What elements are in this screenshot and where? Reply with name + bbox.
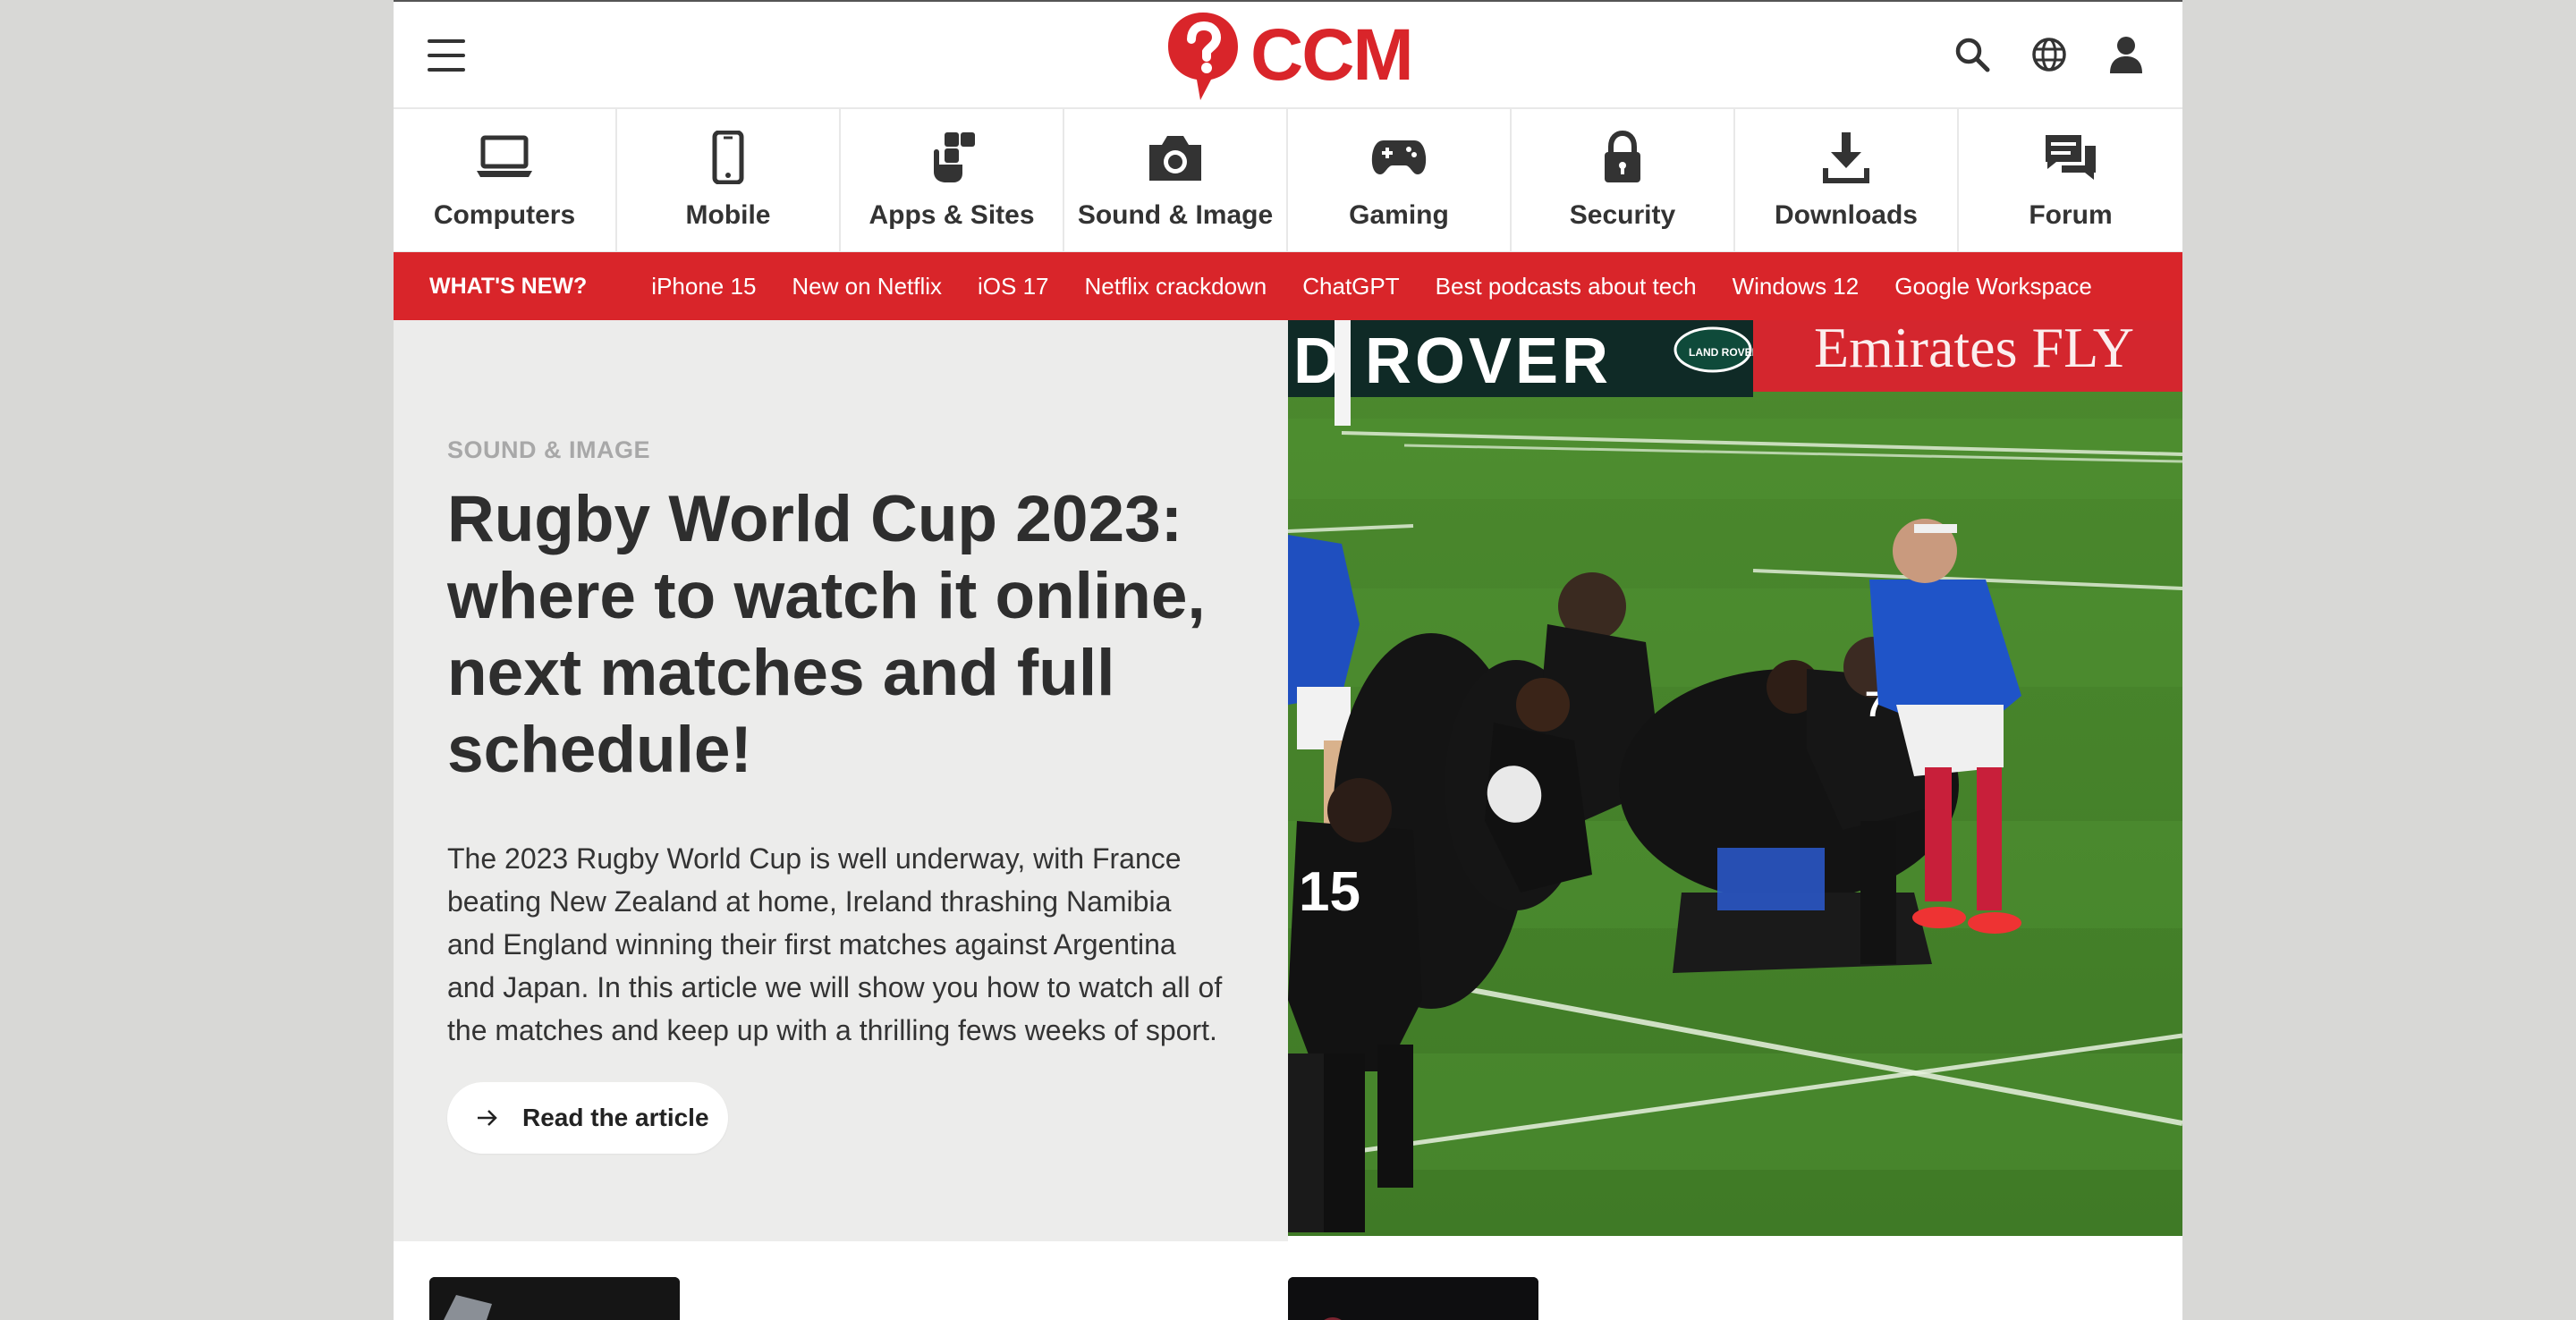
download-icon: [1814, 129, 1878, 186]
article-thumbnail[interactable]: [429, 1277, 680, 1320]
article-category[interactable]: SOUND & IMAGE: [447, 436, 650, 464]
nav-label: Apps & Sites: [869, 200, 1035, 230]
nav-item-mobile[interactable]: Mobile: [617, 109, 841, 252]
nav-label: Mobile: [685, 200, 771, 230]
nav-item-forum[interactable]: Forum: [1959, 109, 2182, 252]
trending-link-netflix-crackdown[interactable]: Netflix crackdown: [1085, 273, 1267, 300]
nav-item-computers[interactable]: Computers: [394, 109, 617, 252]
read-article-button[interactable]: Read the article: [447, 1082, 728, 1154]
nav-item-gaming[interactable]: Gaming: [1288, 109, 1512, 252]
read-article-label: Read the article: [522, 1104, 709, 1131]
search-icon[interactable]: [1952, 34, 1993, 75]
menu-icon[interactable]: [428, 39, 465, 72]
nav-label: Sound & Image: [1077, 200, 1274, 230]
trending-link-new-on-netflix[interactable]: New on Netflix: [792, 273, 942, 300]
site-header: CCM: [394, 0, 2182, 109]
jersey-number-left: 15: [1299, 861, 1360, 923]
article-title[interactable]: Rugby World Cup 2023: where to watch it …: [447, 481, 1216, 789]
nav-item-security[interactable]: Security: [1512, 109, 1735, 252]
globe-icon[interactable]: [2029, 34, 2070, 75]
user-icon[interactable]: [2106, 34, 2147, 75]
trending-link-best-podcasts[interactable]: Best podcasts about tech: [1436, 273, 1697, 300]
trending-bar: WHAT'S NEW? iPhone 15 New on Netflix iOS…: [394, 252, 2182, 320]
smartphone-icon: [696, 129, 760, 186]
hero-article-panel: SOUND & IMAGE Rugby World Cup 2023: wher…: [394, 320, 1288, 1241]
lock-icon: [1590, 129, 1655, 186]
site-logo[interactable]: CCM: [1165, 9, 1414, 102]
page-container: CCM Computers Mobile Apps & Sites Sound …: [394, 0, 2182, 1320]
whats-new-label: WHAT'S NEW?: [429, 273, 588, 299]
logo-text: CCM: [1250, 14, 1414, 96]
article-thumbnail[interactable]: [1288, 1277, 1538, 1320]
article-description: The 2023 Rugby World Cup is well underwa…: [447, 842, 1223, 1046]
logo-question-icon: [1168, 13, 1238, 100]
nav-item-downloads[interactable]: Downloads: [1735, 109, 1959, 252]
touch-apps-icon: [919, 129, 984, 186]
trending-link-chatgpt[interactable]: ChatGPT: [1302, 273, 1399, 300]
trending-link-windows-12[interactable]: Windows 12: [1733, 273, 1860, 300]
arrow-right-icon: [476, 1105, 501, 1130]
hero-image[interactable]: D ROVER LAND ROVER Emirates FLY 7 15: [1288, 320, 2182, 1236]
board-badge-text: LAND ROVER: [1689, 346, 1760, 359]
trending-link-ios-17[interactable]: iOS 17: [978, 273, 1049, 300]
camera-icon: [1143, 129, 1208, 186]
nav-label: Computers: [433, 200, 576, 230]
trending-link-google-workspace[interactable]: Google Workspace: [1894, 273, 2092, 300]
board-text-right: Emirates FLY: [1814, 320, 2134, 379]
category-nav: Computers Mobile Apps & Sites Sound & Im…: [394, 109, 2182, 252]
chat-icon: [2038, 129, 2103, 186]
gamepad-icon: [1367, 129, 1431, 186]
nav-label: Security: [1569, 200, 1676, 230]
trending-link-iphone-15[interactable]: iPhone 15: [651, 273, 756, 300]
nav-item-sound-image[interactable]: Sound & Image: [1064, 109, 1288, 252]
nav-item-apps-sites[interactable]: Apps & Sites: [841, 109, 1064, 252]
nav-label: Gaming: [1349, 200, 1449, 230]
nav-label: Downloads: [1774, 200, 1918, 230]
nav-label: Forum: [2029, 200, 2113, 230]
laptop-icon: [472, 129, 537, 186]
